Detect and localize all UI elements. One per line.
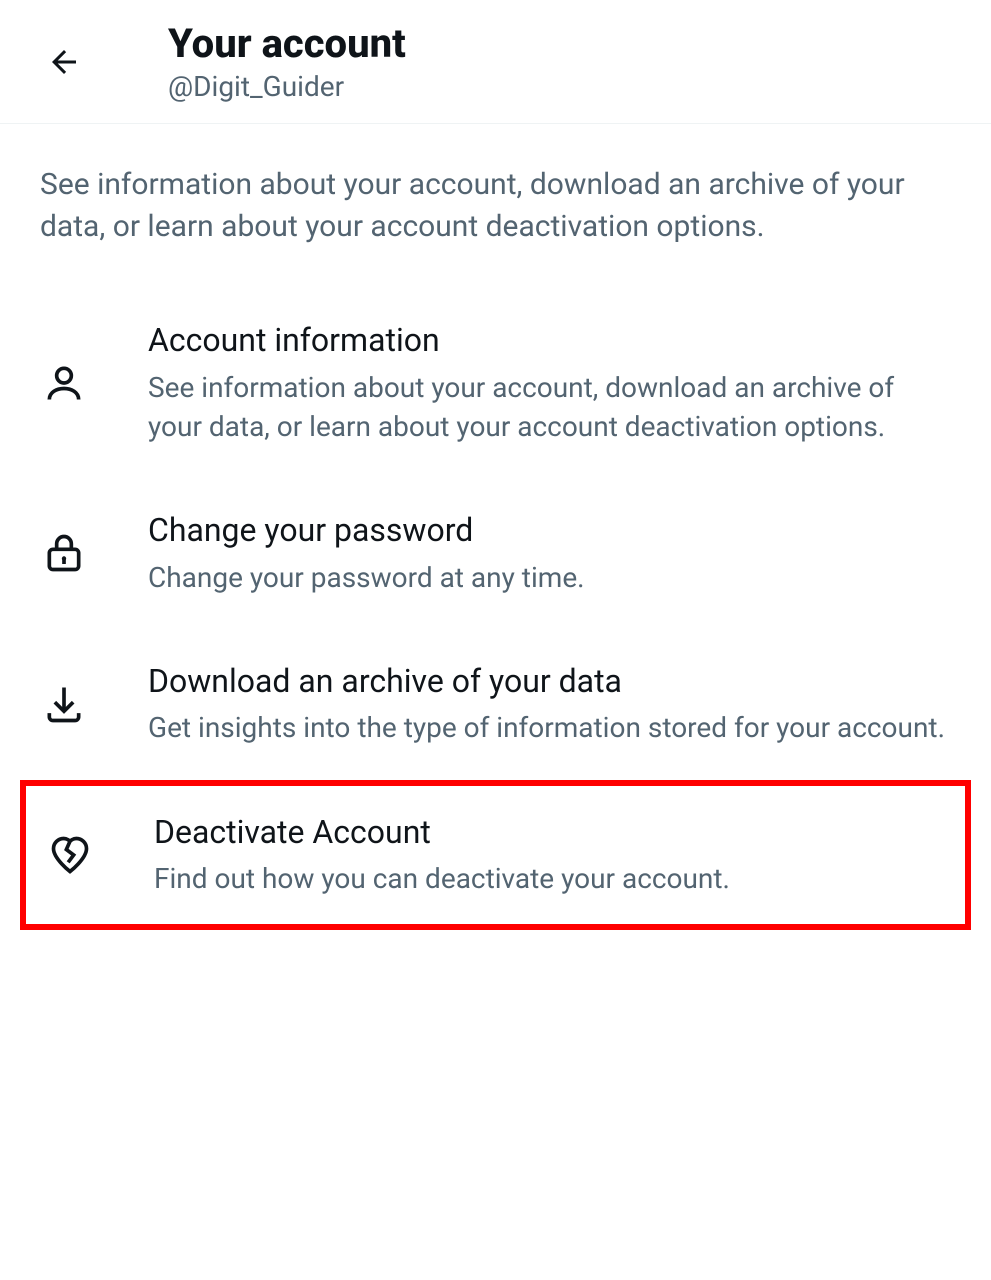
menu-item-account-information[interactable]: Account information See information abou… bbox=[0, 288, 991, 478]
menu-item-subtitle: Find out how you can deactivate your acc… bbox=[154, 859, 730, 898]
menu-item-text: Change your password Change your passwor… bbox=[148, 510, 585, 597]
download-icon bbox=[40, 680, 88, 728]
arrow-left-icon bbox=[46, 44, 82, 80]
menu-item-title: Deactivate Account bbox=[154, 812, 730, 854]
person-icon bbox=[40, 359, 88, 407]
header-text: Your account @Digit_Guider bbox=[168, 20, 406, 103]
menu-item-subtitle: Get insights into the type of informatio… bbox=[148, 708, 945, 747]
menu-item-title: Change your password bbox=[148, 510, 585, 552]
heart-broken-icon bbox=[46, 831, 94, 879]
menu-item-change-password[interactable]: Change your password Change your passwor… bbox=[0, 478, 991, 629]
page-description: See information about your account, down… bbox=[0, 124, 991, 288]
page-title: Your account bbox=[168, 20, 406, 68]
menu-item-subtitle: See information about your account, down… bbox=[148, 368, 951, 446]
menu-item-title: Download an archive of your data bbox=[148, 661, 945, 703]
menu-item-title: Account information bbox=[148, 320, 951, 362]
menu-list: Account information See information abou… bbox=[0, 288, 991, 930]
menu-item-deactivate-account[interactable]: Deactivate Account Find out how you can … bbox=[20, 780, 971, 931]
menu-item-text: Account information See information abou… bbox=[148, 320, 951, 446]
menu-item-download-archive[interactable]: Download an archive of your data Get ins… bbox=[0, 629, 991, 780]
header: Your account @Digit_Guider bbox=[0, 0, 991, 124]
menu-item-text: Download an archive of your data Get ins… bbox=[148, 661, 945, 748]
user-handle: @Digit_Guider bbox=[168, 70, 406, 103]
menu-item-text: Deactivate Account Find out how you can … bbox=[154, 812, 730, 899]
back-button[interactable] bbox=[40, 38, 88, 86]
menu-item-subtitle: Change your password at any time. bbox=[148, 558, 585, 597]
lock-icon bbox=[40, 529, 88, 577]
